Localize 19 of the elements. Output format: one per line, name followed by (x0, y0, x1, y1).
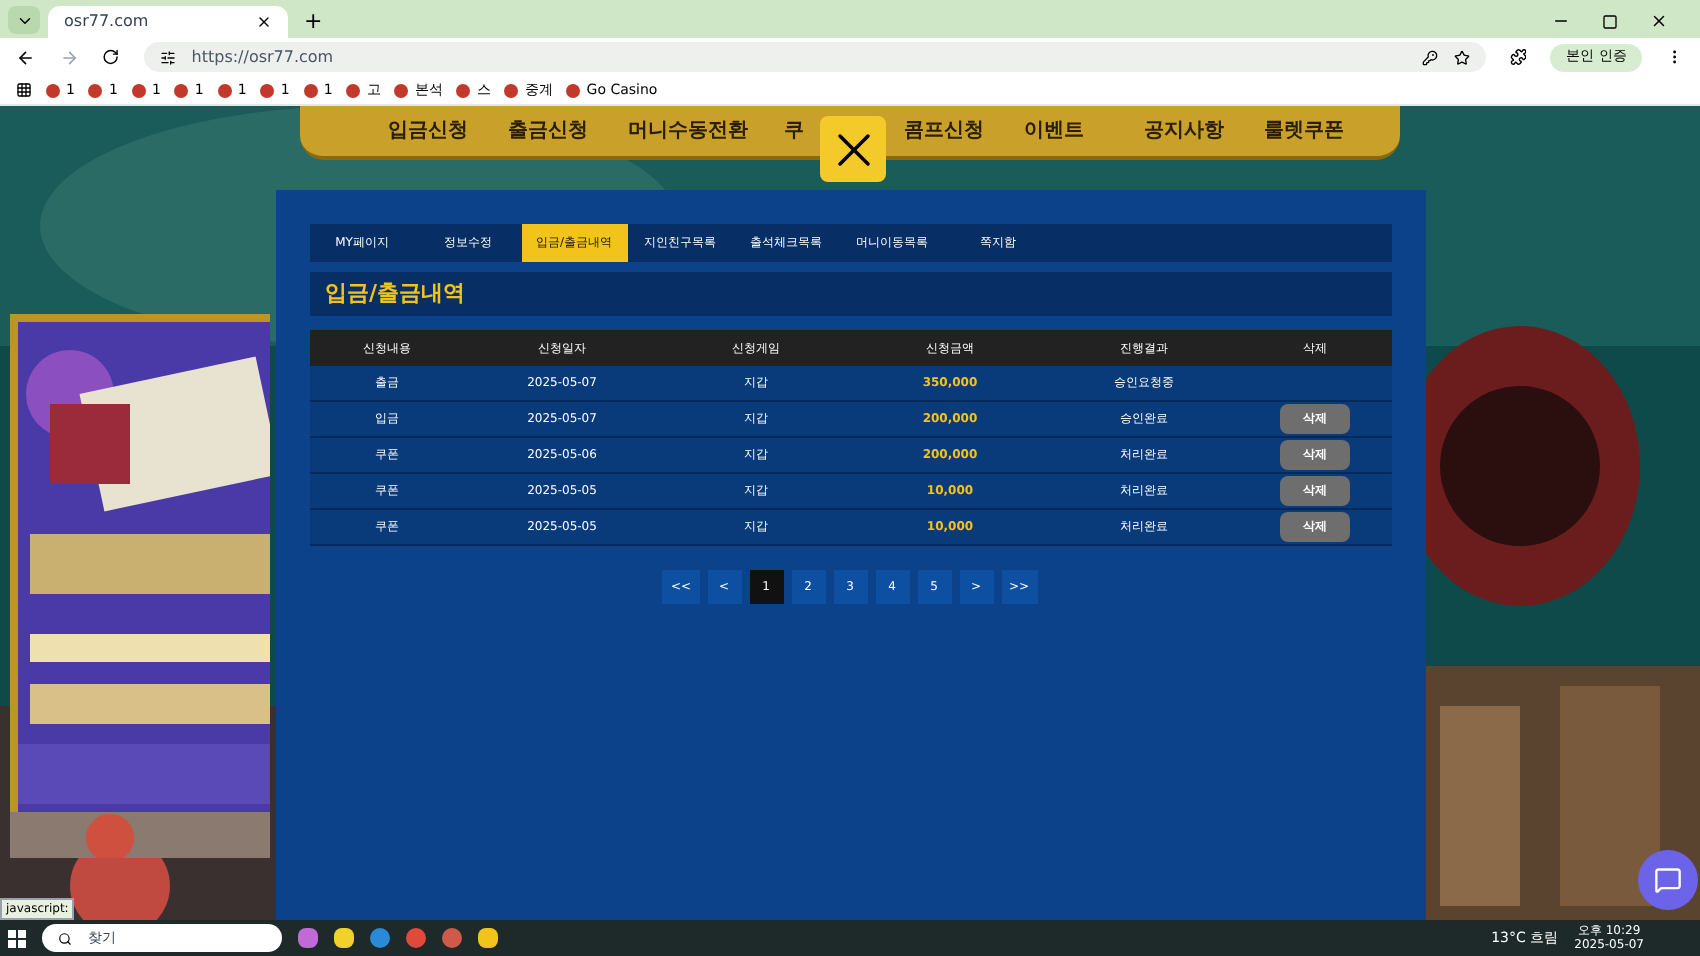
close-icon[interactable] (1650, 12, 1668, 30)
url-text: https://osr77.com (191, 45, 334, 69)
tab-title: osr77.com (64, 10, 149, 34)
forward-icon[interactable] (59, 47, 79, 67)
start-icon[interactable] (8, 929, 26, 947)
search-icon (58, 931, 72, 945)
key-icon[interactable] (1421, 49, 1438, 65)
site-info-icon[interactable] (159, 49, 176, 65)
extensions-icon[interactable] (1509, 48, 1527, 66)
apps-icon[interactable] (16, 82, 32, 98)
tab-list-button[interactable] (8, 6, 40, 34)
close-icon[interactable] (256, 14, 272, 30)
new-tab-button[interactable]: + (296, 10, 331, 32)
bookmark-star-icon[interactable] (1453, 49, 1470, 65)
maximize-icon[interactable] (1602, 13, 1618, 29)
browser-tab[interactable]: osr77.com (48, 6, 288, 38)
back-icon[interactable] (16, 47, 36, 67)
reload-icon[interactable] (102, 48, 120, 66)
address-field[interactable]: https://osr77.com (143, 42, 1486, 72)
